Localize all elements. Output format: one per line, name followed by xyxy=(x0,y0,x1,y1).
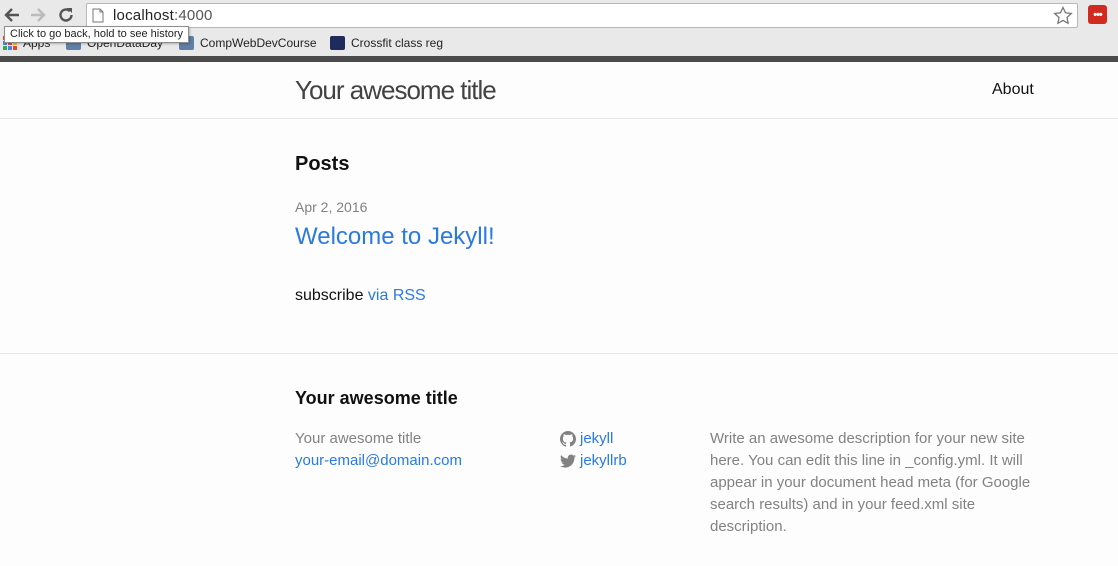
site-header: Your awesome title About xyxy=(0,62,1118,119)
footer-heading: Your awesome title xyxy=(295,388,458,408)
bookmark-label: CompWebDevCourse xyxy=(200,36,317,50)
bookmark-star-icon[interactable] xyxy=(1053,6,1073,25)
address-bar[interactable]: localhost:4000 xyxy=(86,3,1078,28)
url-port: :4000 xyxy=(174,7,213,24)
back-button-tooltip: Click to go back, hold to see history xyxy=(4,26,190,43)
site-title[interactable]: Your awesome title xyxy=(295,75,497,106)
twitter-username: jekyllrb xyxy=(580,452,627,469)
footer-contact: Your awesome title your-email@domain.com xyxy=(295,428,462,472)
crossfit-favicon-icon xyxy=(330,36,345,50)
site-footer: Your awesome title Your awesome title yo… xyxy=(0,353,1118,566)
github-icon xyxy=(560,431,576,447)
posts-heading: Posts xyxy=(295,153,350,175)
page-icon xyxy=(92,8,104,23)
rss-subscribe: subscribe via RSS xyxy=(295,287,426,305)
browser-chrome: localhost:4000 ••• Apps OpenDataDay Comp… xyxy=(0,0,1118,62)
forward-arrow-icon xyxy=(31,8,46,22)
twitter-icon xyxy=(560,454,576,468)
rss-prefix: subscribe xyxy=(295,287,368,304)
extension-icon[interactable]: ••• xyxy=(1088,5,1107,24)
bookmark-label: Crossfit class reg xyxy=(351,36,444,50)
nav-link-about[interactable]: About xyxy=(992,81,1034,99)
post-title-link[interactable]: Welcome to Jekyll! xyxy=(295,223,495,251)
back-arrow-icon xyxy=(4,8,19,22)
twitter-link[interactable]: jekyllrb xyxy=(560,450,627,472)
rss-link[interactable]: via RSS xyxy=(368,287,426,304)
url-text[interactable]: localhost:4000 xyxy=(113,7,213,24)
url-host: localhost xyxy=(113,7,175,24)
github-username: jekyll xyxy=(580,430,614,447)
site-description: Write an awesome description for your ne… xyxy=(710,430,1031,535)
footer-name: Your awesome title xyxy=(295,430,422,447)
back-button[interactable] xyxy=(1,4,23,26)
post-date: Apr 2, 2016 xyxy=(295,199,368,215)
bookmark-compwebdevcourse[interactable]: CompWebDevCourse xyxy=(179,35,317,51)
footer-email-link[interactable]: your-email@domain.com xyxy=(295,450,462,472)
footer-social: jekyll jekyllrb xyxy=(560,428,627,472)
forward-button[interactable] xyxy=(27,4,49,26)
reload-icon xyxy=(59,8,73,22)
reload-button[interactable] xyxy=(55,4,77,26)
github-link[interactable]: jekyll xyxy=(560,428,627,450)
bookmark-crossfit[interactable]: Crossfit class reg xyxy=(330,35,443,51)
